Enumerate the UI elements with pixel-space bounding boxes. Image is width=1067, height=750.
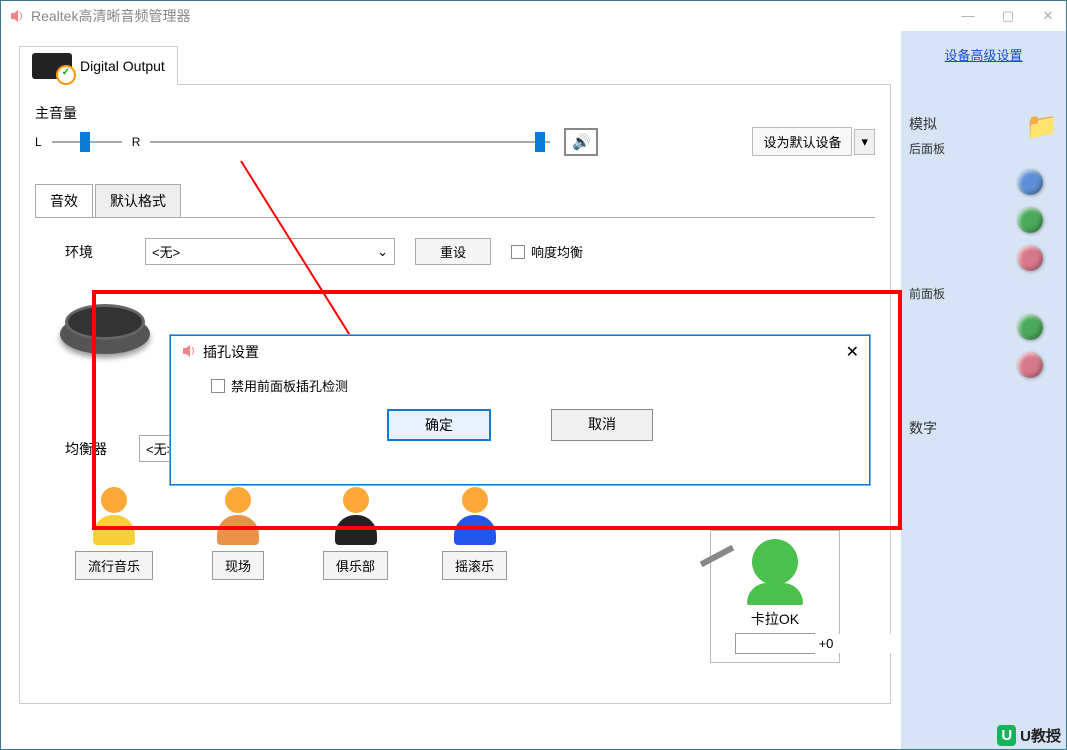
- environment-value: <无>: [152, 242, 180, 261]
- front-jacks: [1010, 314, 1050, 378]
- set-default-button[interactable]: 设为默认设备: [752, 127, 852, 156]
- environment-combo[interactable]: <无> ⌄: [145, 238, 395, 265]
- preset-pop: 流行音乐: [75, 487, 153, 580]
- preset-live-button[interactable]: 现场: [212, 551, 264, 580]
- chevron-down-icon: ⌄: [377, 244, 388, 260]
- minimize-button[interactable]: —: [958, 8, 978, 24]
- dialog-close-button[interactable]: ✕: [846, 342, 859, 362]
- dialog-titlebar: 插孔设置 ✕: [171, 336, 869, 368]
- environment-label: 环境: [65, 242, 125, 262]
- jack-blue[interactable]: [1017, 169, 1043, 195]
- mute-button[interactable]: 🔊: [564, 128, 598, 156]
- speaker-icon: [9, 8, 25, 24]
- maximize-button[interactable]: ▢: [998, 8, 1018, 24]
- folder-icon[interactable]: 📁: [1026, 111, 1058, 142]
- volume-row: L R 🔊 设为默认设备 ▾: [35, 127, 875, 156]
- jack-green[interactable]: [1017, 207, 1043, 233]
- preset-rock-button[interactable]: 摇滚乐: [442, 551, 507, 580]
- balance-slider[interactable]: [52, 132, 122, 152]
- karaoke-spinner[interactable]: ▲▼: [735, 633, 815, 654]
- dialog-ok-button[interactable]: 确定: [387, 409, 491, 441]
- device-tab[interactable]: Digital Output: [19, 46, 178, 85]
- balance-left-label: L: [35, 135, 42, 149]
- disable-front-jack-label: 禁用前面板插孔检测: [231, 376, 348, 395]
- watermark-logo: U: [997, 725, 1016, 746]
- balance-right-label: R: [132, 135, 141, 149]
- advanced-settings-link[interactable]: 设备高级设置: [909, 45, 1058, 64]
- tab-default-format[interactable]: 默认格式: [95, 184, 181, 217]
- karaoke-label: 卡拉OK: [719, 609, 831, 629]
- preset-live: 现场: [207, 487, 269, 580]
- loudness-checkbox[interactable]: [511, 245, 525, 259]
- environment-row: 环境 <无> ⌄ 重设 响度均衡: [65, 238, 865, 265]
- preset-club: 俱乐部: [323, 487, 388, 580]
- front-panel-label: 前面板: [909, 285, 1058, 302]
- karaoke-value[interactable]: [736, 634, 916, 653]
- master-volume-slider[interactable]: [150, 132, 550, 152]
- back-panel-label: 后面板: [909, 140, 1058, 157]
- titlebar: Realtek高清晰音频管理器 — ▢ ✕: [1, 1, 1066, 31]
- preset-pop-button[interactable]: 流行音乐: [75, 551, 153, 580]
- app-window: Realtek高清晰音频管理器 — ▢ ✕ Digital Output 主音量…: [0, 0, 1067, 750]
- subtabs: 音效 默认格式: [35, 184, 875, 217]
- watermark-text: U教授: [1020, 725, 1061, 746]
- karaoke-box: 卡拉OK ▲▼: [710, 530, 840, 663]
- dialog-body: 禁用前面板插孔检测 确定 取消: [171, 368, 869, 449]
- tab-effects[interactable]: 音效: [35, 184, 93, 217]
- close-button[interactable]: ✕: [1038, 8, 1058, 24]
- volume-label: 主音量: [35, 103, 875, 123]
- device-label: Digital Output: [80, 58, 165, 74]
- preset-club-button[interactable]: 俱乐部: [323, 551, 388, 580]
- dialog-buttons: 确定 取消: [211, 409, 829, 441]
- jack-pink-front[interactable]: [1017, 352, 1043, 378]
- speaker-preview: [60, 288, 170, 363]
- speaker-icon: [181, 343, 197, 362]
- watermark: U U教授: [997, 725, 1061, 746]
- environment-reset-button[interactable]: 重设: [415, 238, 491, 265]
- equalizer-label: 均衡器: [65, 439, 125, 459]
- default-device-control: 设为默认设备 ▾: [752, 127, 875, 156]
- disable-front-jack-row[interactable]: 禁用前面板插孔检测: [211, 376, 829, 395]
- default-dropdown-arrow[interactable]: ▾: [854, 129, 875, 155]
- side-panel: 设备高级设置 📁 模拟 后面板 前面板 数字: [901, 31, 1066, 749]
- back-jacks: [1010, 169, 1050, 271]
- window-title: Realtek高清晰音频管理器: [31, 6, 958, 26]
- disable-front-jack-checkbox[interactable]: [211, 379, 225, 393]
- dialog-cancel-button[interactable]: 取消: [551, 409, 653, 441]
- digital-label: 数字: [909, 418, 1058, 438]
- device-icon: [32, 53, 72, 79]
- window-controls: — ▢ ✕: [958, 8, 1058, 24]
- dialog-title: 插孔设置: [203, 342, 259, 362]
- jack-pink[interactable]: [1017, 245, 1043, 271]
- preset-rock: 摇滚乐: [442, 487, 507, 580]
- jack-green-front[interactable]: [1017, 314, 1043, 340]
- loudness-checkbox-row[interactable]: 响度均衡: [511, 242, 583, 261]
- person-icon: [752, 539, 798, 585]
- loudness-label: 响度均衡: [531, 242, 583, 261]
- jack-settings-dialog: 插孔设置 ✕ 禁用前面板插孔检测 确定 取消: [170, 335, 870, 485]
